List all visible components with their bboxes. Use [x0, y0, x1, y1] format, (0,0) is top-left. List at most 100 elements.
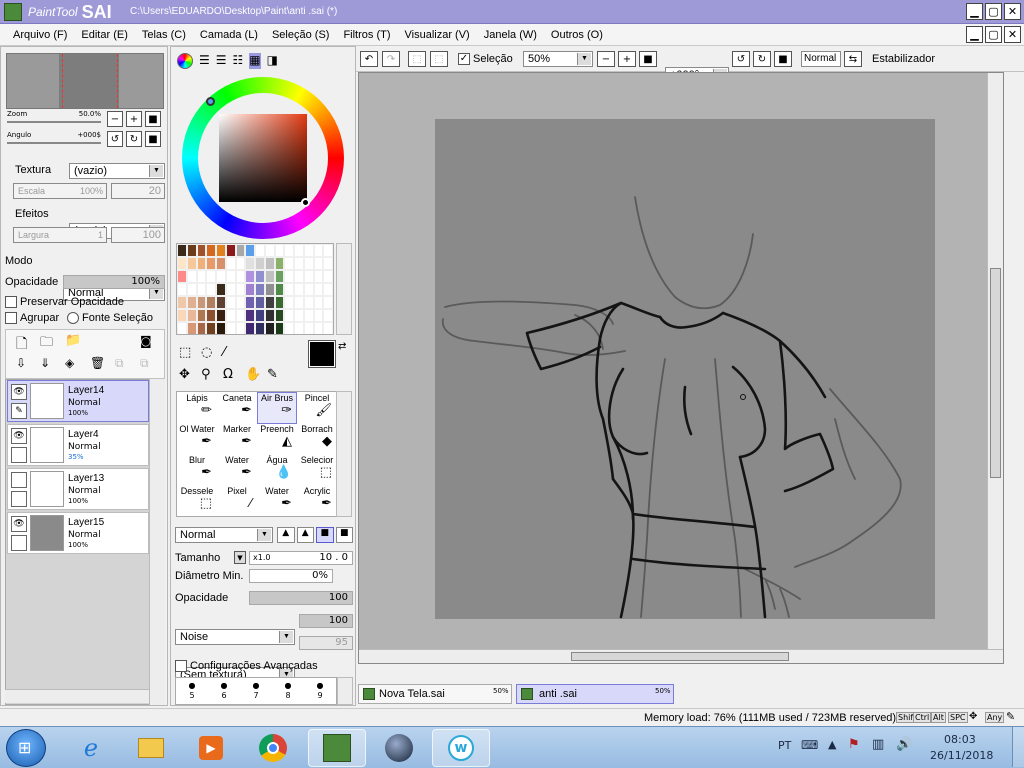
- tool-pen[interactable]: Caneta ✒: [217, 392, 257, 424]
- doc-close-button[interactable]: ✕: [1004, 26, 1021, 43]
- mask-icon[interactable]: ◙: [140, 334, 152, 348]
- swatch-cell[interactable]: [216, 322, 226, 334]
- swatch-cell[interactable]: [284, 244, 294, 257]
- scratchpad-tab-icon[interactable]: ◨: [267, 53, 278, 69]
- taskbar-ie[interactable]: e: [62, 729, 120, 767]
- swatch-cell[interactable]: [186, 322, 197, 334]
- action-center-icon[interactable]: ⚑: [848, 737, 860, 752]
- visibility-eye-icon[interactable]: 👁: [11, 516, 27, 532]
- swatch-cell[interactable]: [294, 270, 304, 283]
- swatch-cell[interactable]: [284, 309, 294, 322]
- swatch-cell[interactable]: [264, 244, 275, 257]
- group-checkbox[interactable]: [5, 312, 17, 324]
- presets-scrollbar[interactable]: [337, 677, 353, 705]
- swatch-cell[interactable]: [196, 322, 207, 334]
- swatch-cell[interactable]: [274, 322, 285, 334]
- view-mode-field[interactable]: Normal: [801, 51, 841, 67]
- tool-acrylic[interactable]: Acrylic ✒: [297, 485, 337, 516]
- swatch-cell[interactable]: [255, 283, 265, 296]
- swatch-cell[interactable]: [225, 270, 236, 283]
- toolbar-zoom-in-button[interactable]: +: [618, 51, 636, 67]
- swatch-cell[interactable]: [245, 257, 255, 270]
- menu-arquivo[interactable]: Arquivo (F): [6, 29, 74, 41]
- shape-medium-icon[interactable]: ▲: [296, 527, 314, 543]
- volume-icon[interactable]: 🔊: [896, 737, 912, 752]
- shape-hard-icon[interactable]: ■: [316, 527, 334, 543]
- swatch-cell[interactable]: [264, 270, 275, 283]
- swatch-cell[interactable]: [206, 244, 216, 257]
- shape-solid-icon[interactable]: ■: [335, 527, 353, 543]
- swatch-cell[interactable]: [216, 309, 226, 322]
- hsv-slider-tab-icon[interactable]: ☰: [216, 53, 227, 69]
- folder-icon[interactable]: 📁: [65, 333, 81, 348]
- color-wheel-tab-icon[interactable]: [177, 53, 193, 69]
- swatch-cell[interactable]: [245, 309, 255, 322]
- saturation-value-square[interactable]: [219, 114, 307, 202]
- swatch-cell[interactable]: [177, 322, 187, 334]
- visibility-eye-icon[interactable]: 👁: [11, 428, 27, 444]
- menu-janela[interactable]: Janela (W): [477, 29, 544, 41]
- swatch-cell[interactable]: [235, 309, 246, 322]
- zoom-out-button[interactable]: −: [107, 111, 123, 127]
- hscroll-thumb[interactable]: [571, 652, 789, 661]
- zoom-reset-button[interactable]: ■: [145, 111, 161, 127]
- swatch-cell[interactable]: [177, 257, 187, 270]
- swatch-cell[interactable]: [303, 309, 314, 322]
- swatch-cell[interactable]: [274, 244, 285, 257]
- swatch-cell[interactable]: [264, 322, 275, 334]
- toolbar-rotate-left-button[interactable]: ↺: [732, 51, 750, 67]
- swatch-cell[interactable]: [177, 309, 187, 322]
- layer-item-layer14[interactable]: 👁 ✎ Layer14 Normal 100%: [7, 380, 149, 422]
- advanced-settings-checkbox[interactable]: [175, 660, 187, 672]
- swatch-cell[interactable]: [255, 244, 265, 257]
- swatch-cell[interactable]: [323, 283, 333, 296]
- tool-fill[interactable]: Preench ◭: [257, 423, 297, 455]
- tool-oil-water[interactable]: Ol Water ✒: [177, 423, 217, 455]
- swatch-cell[interactable]: [235, 322, 246, 334]
- transfer-down-icon[interactable]: ⇩: [16, 356, 26, 370]
- swatch-cell[interactable]: [294, 244, 304, 257]
- hand-icon[interactable]: ✋: [245, 367, 261, 382]
- swatch-cell[interactable]: [274, 296, 285, 309]
- clear-layer-icon[interactable]: ◈: [65, 356, 74, 370]
- swatch-cell[interactable]: [235, 296, 246, 309]
- rotate-left-button[interactable]: ↺: [107, 131, 123, 147]
- tool-deselect[interactable]: Dessele ⬚: [177, 485, 217, 516]
- magic-wand-icon[interactable]: ⁄: [223, 345, 225, 360]
- keyboard-icon[interactable]: ⌨: [801, 738, 818, 752]
- swatch-cell[interactable]: [216, 270, 226, 283]
- swatch-cell[interactable]: [186, 309, 197, 322]
- canvas-vscrollbar[interactable]: [987, 73, 1003, 649]
- swatch-cell[interactable]: [225, 296, 236, 309]
- swatch-cell[interactable]: [235, 283, 246, 296]
- swatch-cell[interactable]: [274, 270, 285, 283]
- close-button[interactable]: ✕: [1004, 3, 1021, 20]
- layer-item-layer13[interactable]: Layer13 Normal 100%: [7, 468, 149, 510]
- swatch-cell[interactable]: [323, 244, 333, 257]
- layer-lock-checkbox[interactable]: [11, 491, 27, 507]
- brush-lock-icon[interactable]: ✎: [11, 403, 27, 419]
- swatch-cell[interactable]: [225, 283, 236, 296]
- menu-selecao[interactable]: Seleção (S): [265, 29, 336, 41]
- swatch-cell[interactable]: [284, 257, 294, 270]
- swatch-cell[interactable]: [255, 309, 265, 322]
- brush-size-slider[interactable]: x1.0 10 . 0: [249, 551, 353, 565]
- visibility-box[interactable]: [11, 472, 27, 488]
- zoom-slider[interactable]: [7, 121, 101, 123]
- swatch-cell[interactable]: [294, 283, 304, 296]
- tool-pencil[interactable]: Lápis ✏: [177, 392, 217, 424]
- trash-icon[interactable]: 🗑: [90, 356, 105, 370]
- swatch-cell[interactable]: [196, 309, 207, 322]
- swatch-cell[interactable]: [186, 244, 197, 257]
- zoom-select[interactable]: 50%: [523, 51, 593, 67]
- tool-water-2[interactable]: Water ✒: [257, 485, 297, 516]
- tool-pixel[interactable]: Pixel ⁄: [217, 485, 257, 516]
- swatch-cell[interactable]: [216, 296, 226, 309]
- canvas-hscrollbar[interactable]: [359, 649, 1003, 663]
- new-folder-icon[interactable]: 🗀: [40, 333, 53, 355]
- size-preset[interactable]: ● 5: [176, 678, 208, 704]
- swatch-cell[interactable]: [235, 270, 246, 283]
- tool-blur[interactable]: Blur ✒: [177, 454, 217, 486]
- swatch-cell[interactable]: [274, 283, 285, 296]
- swatch-cell[interactable]: [206, 309, 216, 322]
